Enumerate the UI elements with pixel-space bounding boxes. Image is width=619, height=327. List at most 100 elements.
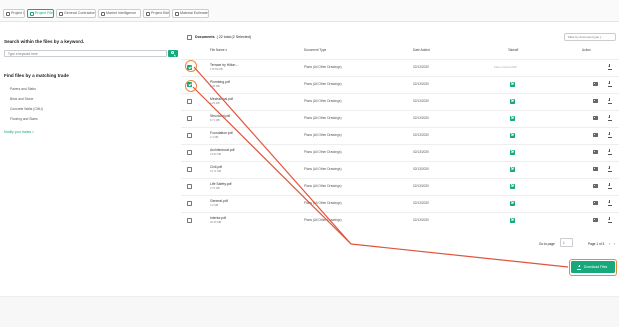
- image-icon[interactable]: [593, 133, 598, 137]
- takeoff-x-icon[interactable]: [510, 132, 515, 138]
- takeoff-x-icon[interactable]: [510, 183, 515, 189]
- keyword-search-input[interactable]: [4, 50, 167, 57]
- row-checkbox[interactable]: [187, 184, 192, 189]
- image-icon[interactable]: [593, 150, 598, 154]
- file-name[interactable]: Mechanical.pdf: [210, 97, 233, 101]
- trade-item[interactable]: Concrete Walls (CMU): [10, 107, 43, 111]
- tab-material-estimates[interactable]: Material Estimates: [172, 9, 209, 18]
- file-size: 24.84 MB: [210, 153, 222, 156]
- download-icon[interactable]: [607, 217, 612, 223]
- row-checkbox[interactable]: [187, 116, 192, 121]
- takeoff-x-icon[interactable]: [510, 200, 515, 206]
- highlight-box: [569, 259, 617, 276]
- download-icon[interactable]: [607, 132, 612, 138]
- info-icon: [6, 12, 10, 16]
- trade-item[interactable]: Brick and Stone: [10, 97, 33, 101]
- select-all-checkbox[interactable]: [187, 35, 192, 40]
- image-icon[interactable]: [593, 184, 598, 188]
- image-icon[interactable]: [593, 82, 598, 86]
- file-size: 41.71 MB: [210, 170, 222, 173]
- file-name[interactable]: Terrace by Hilton ...: [210, 63, 239, 67]
- row-checkbox[interactable]: [187, 167, 192, 172]
- date-added: 02/13/2020: [413, 82, 429, 86]
- takeoff-x-icon[interactable]: [510, 115, 515, 121]
- download-icon[interactable]: [607, 166, 612, 172]
- download-icon[interactable]: [607, 64, 612, 70]
- download-icon[interactable]: [607, 149, 612, 155]
- file-name[interactable]: Plumbing.pdf: [210, 80, 230, 84]
- highlight-circle: [185, 60, 197, 72]
- document-type: Plans (All Other Drawings): [304, 65, 342, 69]
- tabs-bar: Project Info Project Files General Contrac…: [0, 0, 619, 22]
- table-row: Architectural.pdf 24.84 MB Plans (All Othe…: [181, 144, 619, 159]
- tab-project-files[interactable]: Project Files: [27, 9, 54, 18]
- row-checkbox[interactable]: [187, 201, 192, 206]
- file-name[interactable]: Structural.pdf: [210, 114, 230, 118]
- table-row: Interior.pdf 20.39 MB Plans (All Other Dra…: [181, 212, 619, 227]
- tab-market-intelligence[interactable]: Market Intelligence: [98, 9, 141, 18]
- download-icon[interactable]: [607, 98, 612, 104]
- takeoff-x-icon[interactable]: [510, 217, 515, 223]
- tab-general-contractors[interactable]: General Contractors: [56, 9, 96, 18]
- search-icon: [171, 51, 174, 55]
- date-added: 02/13/2020: [413, 167, 429, 171]
- image-icon[interactable]: [593, 116, 598, 120]
- goto-page-input[interactable]: [560, 238, 573, 247]
- file-name[interactable]: Civil.pdf: [210, 165, 222, 169]
- document-type: Plans (All Other Drawings): [304, 150, 342, 154]
- file-name[interactable]: Foundation.pdf: [210, 131, 233, 135]
- row-checkbox[interactable]: [187, 150, 192, 155]
- download-icon[interactable]: [607, 115, 612, 121]
- trade-item[interactable]: Flooring and Stairs: [10, 117, 38, 121]
- download-icon[interactable]: [607, 81, 612, 87]
- download-icon[interactable]: [607, 200, 612, 206]
- tab-project-bids[interactable]: Project Bids: [143, 9, 170, 18]
- goto-page-label: Go to page: [539, 242, 555, 246]
- takeoff-x-icon[interactable]: [510, 149, 515, 155]
- takeoff-x-icon[interactable]: [510, 81, 515, 87]
- search-title: Search within the files by a keyword.: [4, 39, 85, 44]
- file-name[interactable]: General.pdf: [210, 199, 228, 203]
- image-icon[interactable]: [593, 167, 598, 171]
- column-file-name[interactable]: File Name ▾: [210, 48, 227, 52]
- takeoff-note: Files must be PDF: [494, 65, 518, 69]
- takeoff-x-icon[interactable]: [510, 98, 515, 104]
- file-name[interactable]: Interior.pdf: [210, 216, 226, 220]
- image-icon[interactable]: [593, 99, 598, 103]
- image-icon[interactable]: [593, 201, 598, 205]
- date-added: 02/13/2020: [413, 99, 429, 103]
- document-type-filter[interactable]: [564, 33, 616, 41]
- row-checkbox[interactable]: [187, 133, 192, 138]
- document-type: Plans (All Other Drawings): [304, 184, 342, 188]
- highlight-circle: [185, 80, 197, 92]
- column-date-added: Date Added: [413, 48, 430, 52]
- next-page-button[interactable]: ›: [614, 241, 615, 246]
- date-added: 02/13/2020: [413, 201, 429, 205]
- row-checkbox[interactable]: [187, 99, 192, 104]
- tab-project-info[interactable]: Project Info: [3, 9, 25, 18]
- date-added: 02/13/2020: [413, 218, 429, 222]
- document-type: Plans (All Other Drawings): [304, 99, 342, 103]
- prev-page-button[interactable]: ‹: [609, 241, 610, 246]
- modify-trades-link[interactable]: Modify your trades >: [4, 130, 34, 134]
- table-row: General.pdf 4.2 MB Plans (All Other Drawin…: [181, 195, 619, 210]
- image-icon[interactable]: [593, 218, 598, 222]
- file-size: 8.71 MB: [210, 119, 220, 122]
- tab-label: Project Info: [11, 11, 24, 15]
- date-added: 02/13/2020: [413, 133, 429, 137]
- search-button[interactable]: [168, 50, 178, 57]
- tab-label: Material Estimates: [180, 11, 209, 15]
- download-icon[interactable]: [607, 183, 612, 189]
- document-type: Plans (All Other Drawings): [304, 116, 342, 120]
- trade-item[interactable]: Pavers and Slabs: [10, 87, 36, 91]
- users-icon: [59, 12, 63, 16]
- file-name[interactable]: Architectural.pdf: [210, 148, 235, 152]
- left-panel: Search within the files by a keyword. Fi…: [0, 22, 181, 296]
- file-size: 2.73 MB: [210, 187, 220, 190]
- table-row: Life Safety.pdf 2.73 MB Plans (All Other D…: [181, 178, 619, 193]
- document-type: Plans (All Other Drawings): [304, 218, 342, 222]
- row-checkbox[interactable]: [187, 218, 192, 223]
- takeoff-x-icon[interactable]: [510, 166, 515, 172]
- table-row: Structural.pdf 8.71 MB Plans (All Other Dr…: [181, 110, 619, 125]
- file-name[interactable]: Life Safety.pdf: [210, 182, 231, 186]
